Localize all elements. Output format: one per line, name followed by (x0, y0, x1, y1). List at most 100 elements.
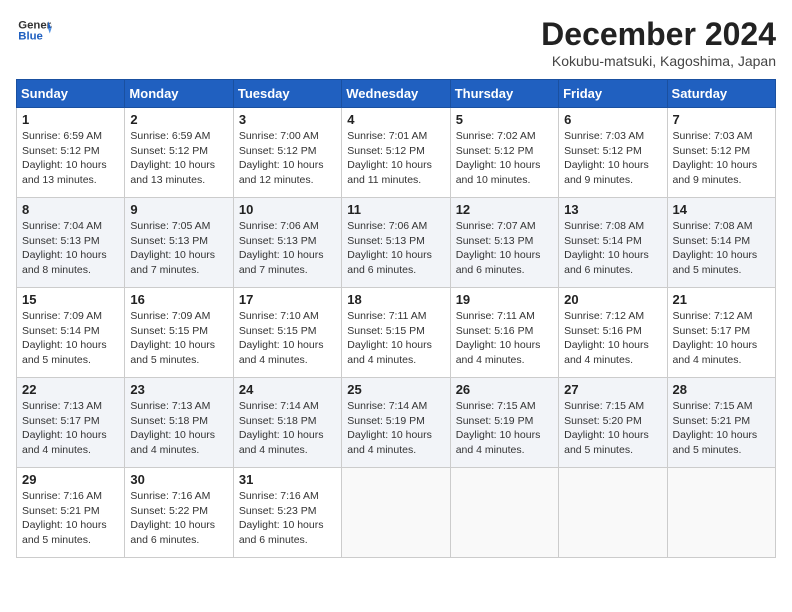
day-info: Sunrise: 7:03 AM Sunset: 5:12 PM Dayligh… (673, 129, 770, 188)
day-info: Sunrise: 7:10 AM Sunset: 5:15 PM Dayligh… (239, 309, 336, 368)
day-number: 4 (347, 112, 444, 127)
calendar-week-row: 15Sunrise: 7:09 AM Sunset: 5:14 PM Dayli… (17, 288, 776, 378)
logo-icon: General Blue (16, 16, 52, 44)
day-number: 3 (239, 112, 336, 127)
calendar-day-cell: 5 Sunrise: 7:02 AM Sunset: 5:12 PM Daylig… (450, 108, 558, 198)
day-info: Sunrise: 7:12 AM Sunset: 5:16 PM Dayligh… (564, 309, 661, 368)
calendar-day-cell: 3 Sunrise: 7:00 AM Sunset: 5:12 PM Daylig… (233, 108, 341, 198)
day-number: 30 (130, 472, 227, 487)
calendar-day-cell (342, 468, 450, 558)
day-number: 17 (239, 292, 336, 307)
day-number: 6 (564, 112, 661, 127)
month-title: December 2024 (541, 16, 776, 53)
day-info: Sunrise: 7:16 AM Sunset: 5:23 PM Dayligh… (239, 489, 336, 548)
calendar-week-row: 8 Sunrise: 7:04 AM Sunset: 5:13 PM Daylig… (17, 198, 776, 288)
calendar-day-cell (559, 468, 667, 558)
calendar-day-cell: 1 Sunrise: 6:59 AM Sunset: 5:12 PM Daylig… (17, 108, 125, 198)
svg-text:General: General (18, 19, 52, 31)
day-info: Sunrise: 7:09 AM Sunset: 5:15 PM Dayligh… (130, 309, 227, 368)
calendar-day-cell: 13Sunrise: 7:08 AM Sunset: 5:14 PM Dayli… (559, 198, 667, 288)
calendar-day-cell: 23Sunrise: 7:13 AM Sunset: 5:18 PM Dayli… (125, 378, 233, 468)
calendar-day-cell: 8 Sunrise: 7:04 AM Sunset: 5:13 PM Daylig… (17, 198, 125, 288)
day-number: 8 (22, 202, 119, 217)
day-number: 7 (673, 112, 770, 127)
calendar-day-cell: 15Sunrise: 7:09 AM Sunset: 5:14 PM Dayli… (17, 288, 125, 378)
calendar-day-cell: 29 Sunrise: 7:16 AM Sunset: 5:21 PM Dayli… (17, 468, 125, 558)
day-info: Sunrise: 6:59 AM Sunset: 5:12 PM Dayligh… (130, 129, 227, 188)
calendar-day-cell: 2 Sunrise: 6:59 AM Sunset: 5:12 PM Daylig… (125, 108, 233, 198)
day-number: 2 (130, 112, 227, 127)
calendar-week-row: 29 Sunrise: 7:16 AM Sunset: 5:21 PM Dayli… (17, 468, 776, 558)
day-info: Sunrise: 7:09 AM Sunset: 5:14 PM Dayligh… (22, 309, 119, 368)
day-info: Sunrise: 7:04 AM Sunset: 5:13 PM Dayligh… (22, 219, 119, 278)
day-info: Sunrise: 7:15 AM Sunset: 5:20 PM Dayligh… (564, 399, 661, 458)
day-number: 27 (564, 382, 661, 397)
day-number: 24 (239, 382, 336, 397)
day-info: Sunrise: 7:14 AM Sunset: 5:18 PM Dayligh… (239, 399, 336, 458)
day-number: 31 (239, 472, 336, 487)
calendar-day-cell: 10 Sunrise: 7:06 AM Sunset: 5:13 PM Dayli… (233, 198, 341, 288)
calendar-week-row: 22 Sunrise: 7:13 AM Sunset: 5:17 PM Dayli… (17, 378, 776, 468)
calendar-day-cell: 30 Sunrise: 7:16 AM Sunset: 5:22 PM Dayli… (125, 468, 233, 558)
day-number: 12 (456, 202, 553, 217)
day-info: Sunrise: 7:16 AM Sunset: 5:22 PM Dayligh… (130, 489, 227, 548)
calendar-day-cell: 12 Sunrise: 7:07 AM Sunset: 5:13 PM Dayli… (450, 198, 558, 288)
day-info: Sunrise: 7:07 AM Sunset: 5:13 PM Dayligh… (456, 219, 553, 278)
day-info: Sunrise: 7:06 AM Sunset: 5:13 PM Dayligh… (239, 219, 336, 278)
day-info: Sunrise: 7:16 AM Sunset: 5:21 PM Dayligh… (22, 489, 119, 548)
weekday-header-cell: Thursday (450, 80, 558, 108)
day-number: 10 (239, 202, 336, 217)
calendar-day-cell: 25 Sunrise: 7:14 AM Sunset: 5:19 PM Dayli… (342, 378, 450, 468)
day-info: Sunrise: 7:05 AM Sunset: 5:13 PM Dayligh… (130, 219, 227, 278)
location-label: Kokubu-matsuki, Kagoshima, Japan (541, 53, 776, 69)
day-number: 1 (22, 112, 119, 127)
calendar-day-cell: 17 Sunrise: 7:10 AM Sunset: 5:15 PM Dayli… (233, 288, 341, 378)
calendar-body: 1 Sunrise: 6:59 AM Sunset: 5:12 PM Daylig… (17, 108, 776, 558)
title-block: December 2024 Kokubu-matsuki, Kagoshima,… (541, 16, 776, 69)
day-info: Sunrise: 7:00 AM Sunset: 5:12 PM Dayligh… (239, 129, 336, 188)
day-info: Sunrise: 6:59 AM Sunset: 5:12 PM Dayligh… (22, 129, 119, 188)
calendar-day-cell: 6 Sunrise: 7:03 AM Sunset: 5:12 PM Daylig… (559, 108, 667, 198)
calendar-day-cell (667, 468, 775, 558)
day-info: Sunrise: 7:11 AM Sunset: 5:15 PM Dayligh… (347, 309, 444, 368)
day-number: 5 (456, 112, 553, 127)
calendar-day-cell: 11Sunrise: 7:06 AM Sunset: 5:13 PM Dayli… (342, 198, 450, 288)
calendar-day-cell: 20 Sunrise: 7:12 AM Sunset: 5:16 PM Dayli… (559, 288, 667, 378)
calendar-day-cell: 16Sunrise: 7:09 AM Sunset: 5:15 PM Dayli… (125, 288, 233, 378)
weekday-header-row: SundayMondayTuesdayWednesdayThursdayFrid… (17, 80, 776, 108)
day-number: 29 (22, 472, 119, 487)
day-info: Sunrise: 7:15 AM Sunset: 5:19 PM Dayligh… (456, 399, 553, 458)
day-number: 14 (673, 202, 770, 217)
calendar-day-cell: 14 Sunrise: 7:08 AM Sunset: 5:14 PM Dayli… (667, 198, 775, 288)
day-info: Sunrise: 7:03 AM Sunset: 5:12 PM Dayligh… (564, 129, 661, 188)
day-number: 20 (564, 292, 661, 307)
calendar-day-cell: 28Sunrise: 7:15 AM Sunset: 5:21 PM Dayli… (667, 378, 775, 468)
calendar-day-cell: 7 Sunrise: 7:03 AM Sunset: 5:12 PM Daylig… (667, 108, 775, 198)
weekday-header-cell: Friday (559, 80, 667, 108)
calendar-day-cell: 22 Sunrise: 7:13 AM Sunset: 5:17 PM Dayli… (17, 378, 125, 468)
day-info: Sunrise: 7:08 AM Sunset: 5:14 PM Dayligh… (673, 219, 770, 278)
day-number: 18 (347, 292, 444, 307)
day-info: Sunrise: 7:13 AM Sunset: 5:17 PM Dayligh… (22, 399, 119, 458)
day-info: Sunrise: 7:02 AM Sunset: 5:12 PM Dayligh… (456, 129, 553, 188)
day-info: Sunrise: 7:14 AM Sunset: 5:19 PM Dayligh… (347, 399, 444, 458)
day-number: 22 (22, 382, 119, 397)
weekday-header-cell: Monday (125, 80, 233, 108)
day-number: 23 (130, 382, 227, 397)
calendar-day-cell: 24 Sunrise: 7:14 AM Sunset: 5:18 PM Dayli… (233, 378, 341, 468)
weekday-header-cell: Sunday (17, 80, 125, 108)
day-number: 11 (347, 202, 444, 217)
day-number: 26 (456, 382, 553, 397)
calendar-day-cell: 4Sunrise: 7:01 AM Sunset: 5:12 PM Daylig… (342, 108, 450, 198)
day-number: 28 (673, 382, 770, 397)
day-number: 25 (347, 382, 444, 397)
day-number: 13 (564, 202, 661, 217)
weekday-header-cell: Wednesday (342, 80, 450, 108)
page-header: General Blue December 2024 Kokubu-matsuk… (16, 16, 776, 69)
calendar-day-cell: 18 Sunrise: 7:11 AM Sunset: 5:15 PM Dayli… (342, 288, 450, 378)
calendar-table: SundayMondayTuesdayWednesdayThursdayFrid… (16, 79, 776, 558)
day-number: 9 (130, 202, 227, 217)
day-info: Sunrise: 7:11 AM Sunset: 5:16 PM Dayligh… (456, 309, 553, 368)
weekday-header-cell: Tuesday (233, 80, 341, 108)
calendar-day-cell: 26 Sunrise: 7:15 AM Sunset: 5:19 PM Dayli… (450, 378, 558, 468)
